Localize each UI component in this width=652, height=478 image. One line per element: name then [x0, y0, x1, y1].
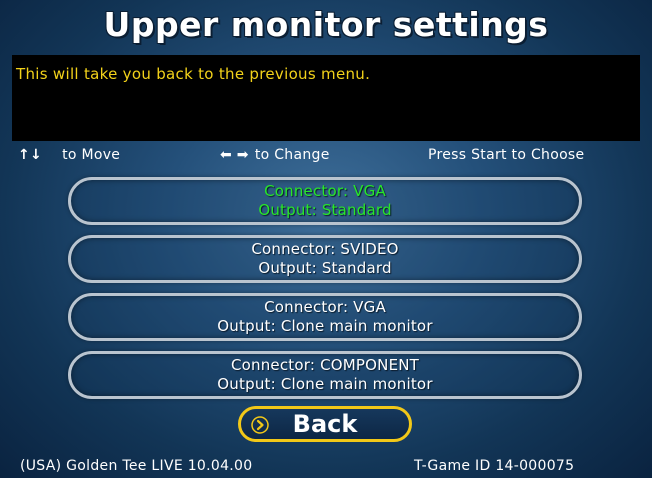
change-hint-label: to Change [254, 147, 330, 163]
option-vga-standard[interactable]: Connector: VGA Output: Standard [68, 177, 582, 225]
footer: (USA) Golden Tee LIVE 10.04.00 T-Game ID… [0, 458, 652, 476]
option-connector-label: Connector: COMPONENT [230, 356, 420, 374]
move-hint-label: to Move [62, 147, 121, 163]
back-button-label: Back [292, 410, 358, 438]
move-hint: ↑↓ to Move [18, 147, 120, 163]
option-connector-label: Connector: VGA [264, 298, 386, 316]
chevron-right-icon [251, 416, 269, 434]
option-output-label: Output: Clone main monitor [217, 375, 433, 393]
option-connector-label: Connector: VGA [264, 182, 386, 200]
change-hint: ⬅ ➡ to Change [220, 147, 330, 163]
left-right-arrows-icon: ⬅ ➡ [220, 147, 249, 163]
help-panel: This will take you back to the previous … [12, 55, 640, 141]
option-component-clone[interactable]: Connector: COMPONENT Output: Clone main … [68, 351, 582, 399]
option-output-label: Output: Standard [258, 259, 392, 277]
option-vga-clone[interactable]: Connector: VGA Output: Clone main monito… [68, 293, 582, 341]
back-button[interactable]: Back [238, 406, 412, 442]
controls-hint-bar: ↑↓ to Move ⬅ ➡ to Change Press Start to Ch… [0, 147, 652, 167]
game-id-text: T-Game ID 14-000075 [414, 458, 575, 474]
start-hint: Press Start to Choose [428, 147, 585, 163]
option-output-label: Output: Standard [258, 201, 392, 219]
option-svideo-standard[interactable]: Connector: SVIDEO Output: Standard [68, 235, 582, 283]
game-version-text: (USA) Golden Tee LIVE 10.04.00 [20, 458, 253, 474]
page-title: Upper monitor settings [103, 5, 549, 44]
help-text: This will take you back to the previous … [16, 65, 371, 83]
up-down-arrows-icon: ↑↓ [18, 147, 43, 163]
option-output-label: Output: Clone main monitor [217, 317, 433, 335]
option-connector-label: Connector: SVIDEO [251, 240, 399, 258]
